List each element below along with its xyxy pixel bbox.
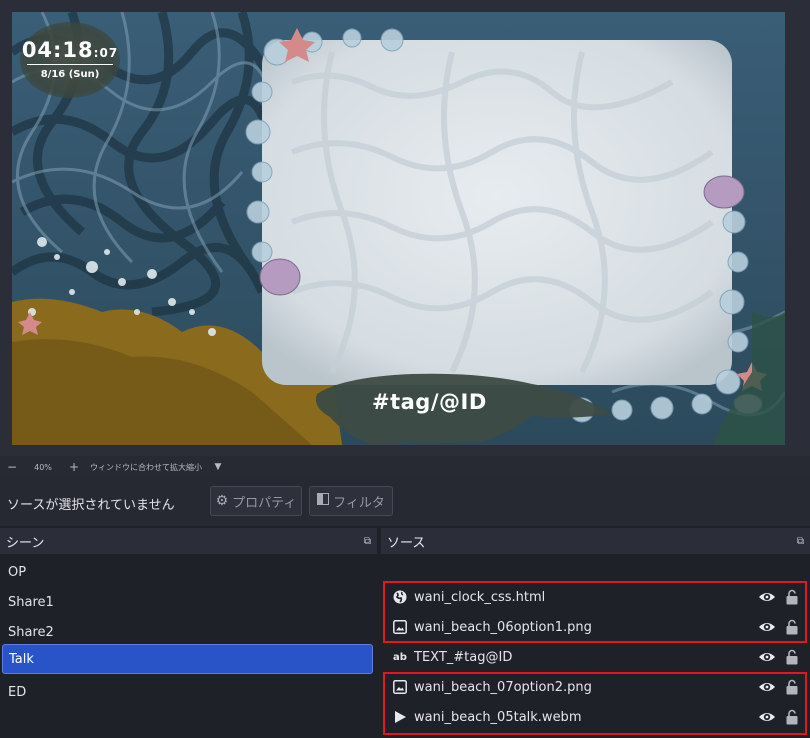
chevron-down-icon[interactable]: ▼: [208, 456, 228, 478]
source-label: wani_beach_05talk.webm: [414, 709, 582, 725]
eye-icon[interactable]: [758, 680, 776, 694]
clock-seconds: :07: [93, 46, 119, 60]
eye-icon[interactable]: [758, 590, 776, 604]
clock-time: 04:18:07: [20, 38, 120, 62]
lock-icon[interactable]: [786, 619, 798, 635]
source-item[interactable]: wani_beach_06option1.png: [381, 612, 810, 642]
filters-label: フィルタ: [333, 495, 385, 511]
play-icon: [393, 710, 407, 724]
clock-date: 8/16 (Sun): [40, 69, 100, 80]
source-label: TEXT_#tag@ID: [414, 649, 513, 665]
source-label: wani_clock_css.html: [414, 589, 546, 605]
text-icon: ab: [393, 651, 407, 663]
no-source-selected-label: ソースが選択されていません: [7, 498, 175, 513]
source-item[interactable]: wani_clock_css.html: [381, 582, 810, 612]
source-item[interactable]: wani_beach_05talk.webm: [381, 702, 810, 732]
undock-icon[interactable]: ⧉: [797, 536, 804, 547]
properties-button[interactable]: ⚙ プロパティ: [210, 486, 302, 516]
scene-item-ed[interactable]: ED: [2, 678, 373, 706]
sources-dock-title: ソース: [387, 535, 426, 551]
clock-overlay: 04:18:07 8/16 (Sun): [20, 22, 120, 98]
eye-icon[interactable]: [758, 620, 776, 634]
lock-icon[interactable]: [786, 679, 798, 695]
scenes-list: OP Share1 Share2 Talk ED: [0, 554, 377, 738]
zoom-bar: − 40% + ウィンドウに合わせて拡大縮小 ▼: [0, 456, 810, 478]
source-item[interactable]: ab TEXT_#tag@ID: [381, 642, 810, 672]
lock-icon[interactable]: [786, 589, 798, 605]
preview-area: 04:18:07 8/16 (Sun) #tag/@ID: [0, 0, 810, 456]
lock-icon[interactable]: [786, 649, 798, 665]
clock-hours-minutes: 04:18: [21, 38, 94, 62]
image-icon: [393, 680, 407, 694]
sources-dock: ソース ⧉ wani_clock_css.html wani_beach_06o…: [381, 528, 810, 738]
zoom-in-button[interactable]: +: [62, 456, 86, 478]
tag-overlay-text: #tag/@ID: [372, 390, 487, 414]
properties-label: プロパティ: [232, 495, 297, 511]
beach-scene-artwork: [12, 12, 785, 445]
source-label: wani_beach_06option1.png: [414, 619, 592, 635]
sources-dock-header: ソース ⧉: [381, 528, 810, 554]
preview-canvas[interactable]: 04:18:07 8/16 (Sun) #tag/@ID: [12, 12, 785, 445]
eye-icon[interactable]: [758, 710, 776, 724]
scene-item-op[interactable]: OP: [2, 558, 373, 586]
scene-item-share2[interactable]: Share2: [2, 618, 373, 646]
eye-icon[interactable]: [758, 650, 776, 664]
globe-icon: [393, 590, 407, 604]
undock-icon[interactable]: ⧉: [364, 536, 371, 547]
filter-icon: [317, 493, 330, 509]
scene-item-share1[interactable]: Share1: [2, 588, 373, 616]
gear-icon: ⚙: [215, 493, 229, 509]
lock-icon[interactable]: [786, 709, 798, 725]
clock-divider: [27, 64, 113, 65]
scenes-dock-title: シーン: [6, 535, 45, 551]
fit-to-window-button[interactable]: ウィンドウに合わせて拡大縮小: [86, 456, 208, 478]
zoom-out-button[interactable]: −: [0, 456, 24, 478]
scenes-dock-header: シーン ⧉: [0, 528, 377, 554]
source-item[interactable]: wani_beach_07option2.png: [381, 672, 810, 702]
sources-list: wani_clock_css.html wani_beach_06option1…: [381, 554, 810, 738]
context-bar: ソースが選択されていません ⚙ プロパティ フィルタ: [0, 478, 810, 526]
zoom-level: 40%: [34, 462, 52, 472]
filters-button[interactable]: フィルタ: [309, 486, 393, 516]
image-icon: [393, 620, 407, 634]
scene-item-talk[interactable]: Talk: [2, 644, 373, 674]
source-label: wani_beach_07option2.png: [414, 679, 592, 695]
scenes-dock: シーン ⧉ OP Share1 Share2 Talk ED: [0, 528, 377, 738]
